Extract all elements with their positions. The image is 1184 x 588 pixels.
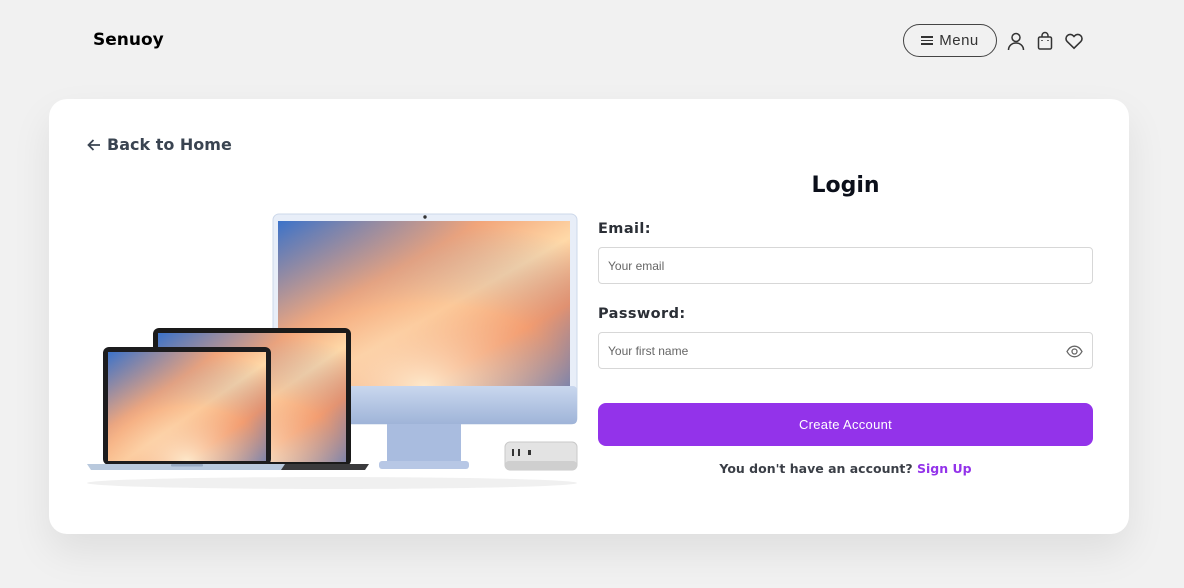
top-navigation: Senuoy Menu — [0, 0, 1184, 82]
email-field-wrapper — [598, 247, 1093, 284]
menu-lines-icon — [921, 36, 934, 45]
sign-up-link[interactable]: Sign Up — [917, 461, 972, 476]
brand-logo[interactable]: Senuoy — [93, 30, 164, 50]
email-field[interactable] — [599, 248, 1092, 283]
back-to-home-link[interactable]: Back to Home — [87, 135, 232, 154]
email-label: Email: — [598, 221, 651, 237]
devices-illustration — [87, 213, 578, 489]
signup-prompt-row: You don't have an account? Sign Up — [598, 461, 1093, 476]
login-card: Back to Home Login Email: Your email Pas… — [49, 99, 1129, 534]
signup-prompt-text: You don't have an account? — [719, 461, 913, 476]
arrow-left-icon — [87, 138, 100, 151]
page-title: Login — [811, 173, 880, 198]
password-field-wrapper — [598, 332, 1093, 369]
heart-icon[interactable] — [1064, 31, 1084, 51]
back-link-label: Back to Home — [107, 135, 232, 154]
menu-button[interactable]: Menu — [903, 24, 997, 57]
password-field[interactable] — [599, 333, 1092, 368]
macbook-air-device — [87, 347, 285, 470]
create-account-button[interactable]: Create Account — [598, 403, 1093, 446]
eye-icon[interactable] — [1066, 344, 1083, 359]
shopping-bag-icon[interactable] — [1035, 31, 1055, 51]
mac-mini-device — [504, 441, 578, 471]
password-label: Password: — [598, 306, 686, 322]
user-icon[interactable] — [1006, 31, 1026, 51]
menu-button-label: Menu — [939, 32, 979, 49]
